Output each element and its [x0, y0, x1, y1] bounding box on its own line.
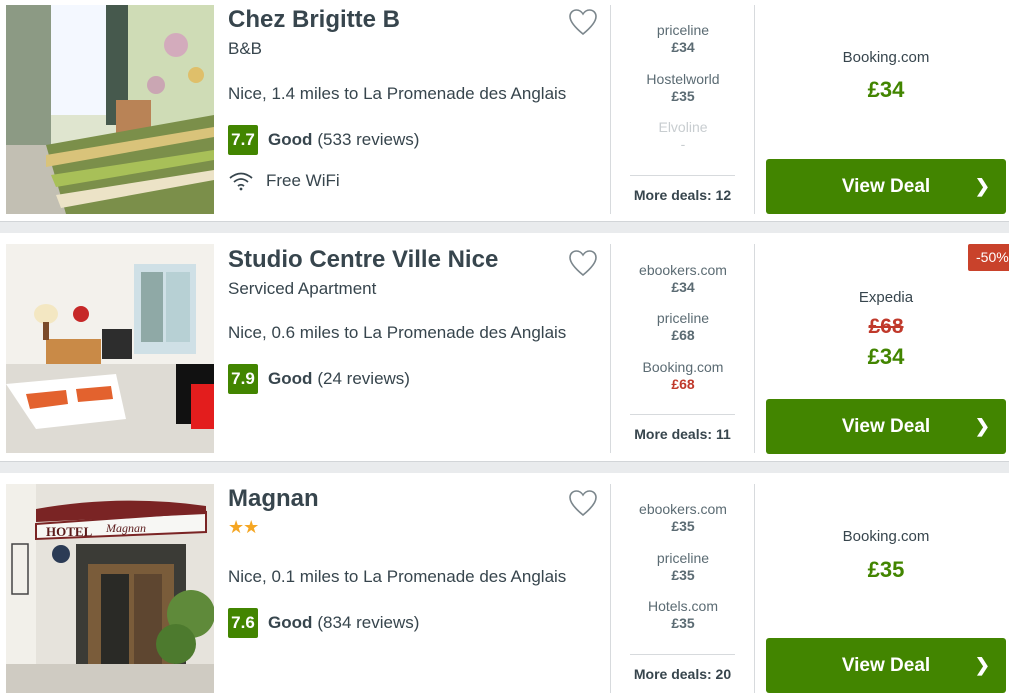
deal-item[interactable]: priceline £68	[618, 310, 748, 343]
review-count[interactable]: (533 reviews)	[317, 130, 419, 150]
deal-site: Elvoline	[658, 119, 708, 135]
amenity: Free WiFi	[228, 170, 340, 192]
heart-outline-icon[interactable]	[568, 489, 598, 517]
location-text: Nice, 0.1 miles to La Promenade des Angl…	[228, 567, 567, 586]
deal-site: Booking.com	[642, 359, 724, 375]
best-deal-provider: Expedia	[858, 289, 914, 306]
deal-item[interactable]: Hostelworld £35	[618, 71, 748, 104]
hotel-card: Chez Brigitte B B&B Nice, 1.4 miles to L…	[0, 0, 1009, 222]
more-deals-link[interactable]: More deals: 20	[630, 666, 735, 682]
heart-outline-icon[interactable]	[568, 249, 598, 277]
view-deal-button[interactable]: View Deal ❯	[766, 399, 1006, 454]
hotel-photo[interactable]	[6, 244, 214, 453]
best-deal-price: £35	[867, 557, 905, 582]
amenity-label: Free WiFi	[266, 171, 340, 190]
hotel-card: HOTEL Magnan Magnan ★★ Nice, 0.1 miles t…	[0, 473, 1009, 695]
review-count[interactable]: (834 reviews)	[317, 613, 419, 633]
rating: 7.6 Good (834 reviews)	[228, 608, 419, 638]
divider	[630, 175, 735, 176]
photo-sign-script: Magnan	[105, 521, 146, 535]
view-deal-button[interactable]: View Deal ❯	[766, 159, 1006, 214]
best-deal-price: £34	[867, 344, 905, 369]
photo-sign-text: HOTEL	[46, 524, 93, 539]
divider	[610, 484, 611, 693]
wifi-icon	[229, 172, 253, 191]
rating-label: Good	[268, 369, 313, 388]
more-deals-link[interactable]: More deals: 11	[630, 426, 735, 442]
rating: 7.9 Good (24 reviews)	[228, 364, 410, 394]
deal-price: £68	[671, 327, 695, 343]
deal-item[interactable]: Booking.com £68	[618, 359, 748, 392]
deal-price: £35	[671, 567, 695, 583]
deal-site: Hotels.com	[647, 598, 719, 614]
deal-site: priceline	[656, 550, 710, 566]
divider	[754, 5, 755, 214]
view-deal-label: View Deal	[841, 176, 931, 197]
heart-outline-icon[interactable]	[568, 8, 598, 36]
hotel-card: Studio Centre Ville Nice Serviced Apartm…	[0, 233, 1009, 462]
chevron-right-icon: ❯	[974, 416, 990, 436]
deal-price: £35	[671, 615, 695, 631]
deal-price: £35	[671, 518, 695, 534]
hotel-photo[interactable]	[6, 5, 214, 214]
rating-score: 7.9	[228, 364, 258, 394]
chevron-right-icon: ❯	[974, 176, 990, 196]
deal-item[interactable]: ebookers.com £35	[618, 501, 748, 534]
divider	[630, 414, 735, 415]
deal-site: priceline	[656, 22, 710, 38]
rating-score: 7.6	[228, 608, 258, 638]
best-deal-provider: Booking.com	[842, 49, 930, 66]
view-deal-label: View Deal	[841, 416, 931, 437]
deal-item[interactable]: priceline £34	[618, 22, 748, 55]
rating-label: Good	[268, 613, 313, 632]
hotel-name[interactable]: Studio Centre Ville Nice	[228, 246, 498, 274]
view-deal-button[interactable]: View Deal ❯	[766, 638, 1006, 693]
hotel-photo[interactable]: HOTEL Magnan	[6, 484, 214, 693]
property-type: B&B	[228, 39, 263, 58]
chevron-right-icon: ❯	[974, 655, 990, 675]
review-count[interactable]: (24 reviews)	[317, 369, 410, 389]
divider	[610, 5, 611, 214]
discount-badge: -50%	[968, 244, 1009, 271]
more-deals-link[interactable]: More deals: 12	[630, 187, 735, 203]
deal-site: ebookers.com	[639, 501, 727, 517]
best-deal-provider: Booking.com	[842, 528, 930, 545]
star-rating: ★★	[228, 517, 259, 537]
property-type: Serviced Apartment	[228, 279, 377, 298]
rating: 7.7 Good (533 reviews)	[228, 125, 419, 155]
hotel-name[interactable]: Magnan	[228, 485, 319, 513]
view-deal-label: View Deal	[841, 655, 931, 676]
rating-score: 7.7	[228, 125, 258, 155]
deal-price: -	[680, 136, 686, 152]
deal-price: £35	[671, 88, 695, 104]
divider	[754, 484, 755, 693]
best-deal-price: £34	[867, 77, 905, 102]
deal-site: Hostelworld	[646, 71, 720, 87]
location-text: Nice, 0.6 miles to La Promenade des Angl…	[228, 323, 567, 342]
deal-site: priceline	[656, 310, 710, 326]
deal-item[interactable]: ebookers.com £34	[618, 262, 748, 295]
divider	[610, 244, 611, 453]
divider	[630, 654, 735, 655]
deal-item[interactable]: Elvoline -	[618, 119, 748, 152]
deal-price: £68	[671, 376, 695, 392]
deal-item[interactable]: Hotels.com £35	[618, 598, 748, 631]
divider	[754, 244, 755, 453]
deal-site: ebookers.com	[639, 262, 727, 278]
deal-price: £34	[671, 39, 695, 55]
location-text: Nice, 1.4 miles to La Promenade des Angl…	[228, 84, 567, 103]
rating-label: Good	[268, 130, 313, 149]
hotel-name[interactable]: Chez Brigitte B	[228, 6, 400, 34]
original-price: £68	[868, 315, 904, 338]
deal-price: £34	[671, 279, 695, 295]
deal-item[interactable]: priceline £35	[618, 550, 748, 583]
